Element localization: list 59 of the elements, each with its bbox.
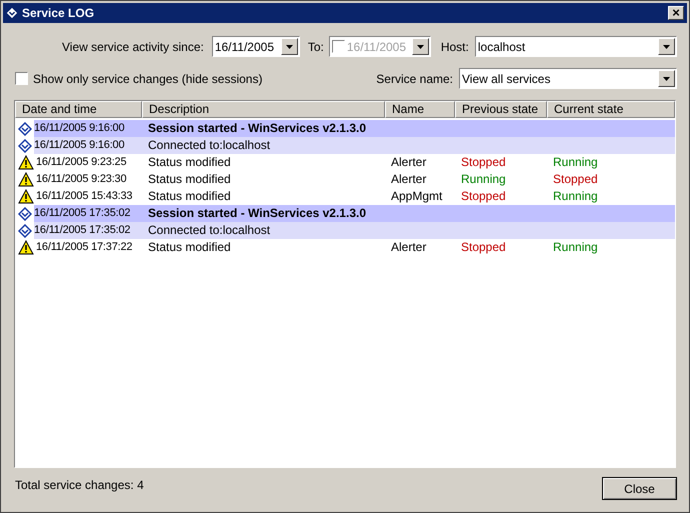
previous-state-cell-text: Stopped xyxy=(460,239,507,256)
close-button[interactable]: × xyxy=(668,6,684,20)
previous-state-cell-text: Stopped xyxy=(460,188,507,205)
since-label: View service activity since: xyxy=(62,38,204,56)
host-combo[interactable]: localhost xyxy=(474,36,677,57)
name-cell-text: Alerter xyxy=(390,171,428,188)
previous-state-cell-text: Running xyxy=(460,171,507,188)
status-text: Total service changes: 4 xyxy=(15,477,144,494)
diamond-icon xyxy=(18,122,32,136)
date-cell: 16/11/2005 17:35:02 xyxy=(34,205,142,222)
description-cell-text: Connected to:localhost xyxy=(147,222,272,239)
name-cell-text: AppMgmt xyxy=(390,188,444,205)
date-cell: 16/11/2005 9:16:00 xyxy=(34,120,142,137)
dropdown-button[interactable] xyxy=(658,70,675,87)
description-cell-text: Connected to:localhost xyxy=(147,137,272,154)
column-header[interactable]: Date and time xyxy=(15,101,142,118)
column-header[interactable]: Name xyxy=(385,101,455,118)
hide-sessions-label: Show only service changes (hide sessions) xyxy=(33,70,262,88)
service-combo[interactable]: View all services xyxy=(459,68,677,89)
service-name-label: Service name: xyxy=(376,70,453,88)
current-state-cell-text: Running xyxy=(552,154,598,171)
diamond-icon xyxy=(18,206,32,220)
description-cell-text: Status modified xyxy=(147,154,232,171)
dropdown-button[interactable] xyxy=(280,38,298,55)
dropdown-button[interactable] xyxy=(412,38,429,55)
description-cell-text: Session started - WinServices v2.1.3.0 xyxy=(147,120,367,137)
date-cell: 16/11/2005 9:16:00 xyxy=(34,137,142,154)
to-label: To: xyxy=(308,38,324,56)
diamond-icon xyxy=(18,224,32,238)
date-cell: 16/11/2005 17:35:02 xyxy=(34,222,142,239)
name-cell-text: Alerter xyxy=(390,154,428,171)
description-cell-text: Status modified xyxy=(147,239,232,256)
current-state-cell-text: Stopped xyxy=(552,171,598,188)
warning-icon xyxy=(18,155,34,170)
caret-icon xyxy=(286,44,293,48)
previous-state-cell-text: Stopped xyxy=(460,154,507,171)
hide-sessions-checkbox[interactable] xyxy=(15,72,28,85)
description-cell-text: Status modified xyxy=(147,171,232,188)
column-header[interactable]: Current state xyxy=(547,101,675,118)
window-title: Service LOG xyxy=(22,5,96,22)
warning-icon xyxy=(18,172,34,187)
dropdown-button[interactable] xyxy=(658,38,675,55)
diamond-icon xyxy=(18,138,32,152)
host-label: Host: xyxy=(440,38,469,56)
warning-icon xyxy=(18,240,34,255)
column-header[interactable]: Previous state xyxy=(455,101,547,118)
diamond-icon xyxy=(6,7,18,19)
name-cell-text: Alerter xyxy=(390,239,428,256)
caret-icon xyxy=(663,76,670,80)
caret-icon xyxy=(416,44,424,48)
warning-icon xyxy=(18,189,34,204)
caret-icon xyxy=(663,44,670,48)
close-dialog-button[interactable]: Close xyxy=(602,477,677,500)
description-cell-text: Session started - WinServices v2.1.3.0 xyxy=(147,205,367,222)
since-date-field[interactable]: 16/11/2005 xyxy=(212,36,300,57)
current-state-cell-text: Running xyxy=(552,239,598,256)
column-header[interactable]: Description xyxy=(142,101,385,118)
current-state-cell-text: Running xyxy=(552,188,598,205)
description-cell-text: Status modified xyxy=(147,188,232,205)
